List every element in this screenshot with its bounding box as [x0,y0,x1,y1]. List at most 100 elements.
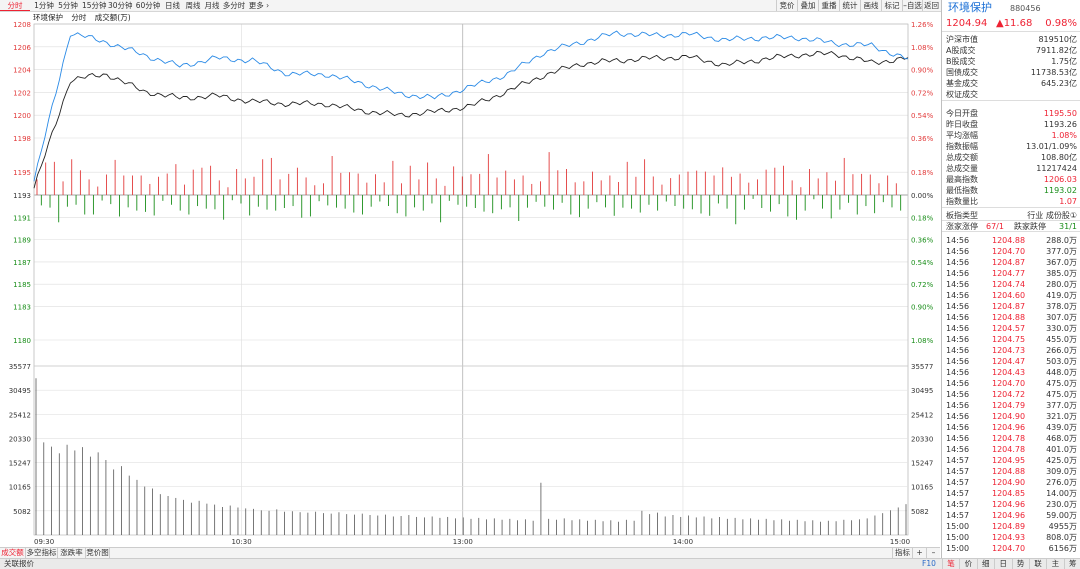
time-tick-label: 15:00 [890,538,910,546]
tick-row: 14:56 1204.75 455.0万 [942,334,1080,345]
period-tab-6[interactable]: 日线 [163,0,182,11]
tick-price: 1204.96 [992,500,1026,509]
f10-button[interactable]: F10 [922,559,936,569]
tick-price: 1204.70 [992,247,1026,256]
tool-button-6[interactable]: –自选 [902,0,922,11]
tool-button-4[interactable]: 画线 [860,0,881,11]
period-tab-1[interactable]: 1分钟 [33,0,55,11]
panel-tab-0[interactable]: 笔 [942,559,959,569]
tick-price: 1204.57 [992,324,1026,333]
price-tick-label: 1183 [13,304,31,312]
tool-button-3[interactable]: 统计 [839,0,860,11]
tool-button-5[interactable]: 标记 [881,0,902,11]
sector-value[interactable]: 行业 成份股① [1027,210,1077,221]
tick-time: 14:57 [946,500,970,509]
volume-tick-label-right: 25412 [911,411,933,419]
stat-label: 总成交额 [946,153,978,162]
price-tick-label: 1195 [13,169,31,177]
volume-tick-label-right: 20330 [911,435,933,443]
time-tick-label: 13:00 [453,538,473,546]
market-row: B股成交 1.75亿 [942,56,1080,67]
period-tab-2[interactable]: 5分钟 [57,0,79,11]
market-label: B股成交 [946,57,976,66]
tick-price: 1204.90 [992,478,1026,487]
indicator-control-2[interactable]: – [926,548,940,558]
tick-volume: 307.0万 [1046,313,1077,322]
tick-price: 1204.95 [992,456,1026,465]
stat-row: 总成交额 108.80亿 [942,152,1080,163]
tick-time: 14:56 [946,346,970,355]
panel-tab-3[interactable]: 日 [994,559,1011,569]
tool-button-2[interactable]: 重播 [818,0,839,11]
tick-price: 1204.70 [992,544,1026,553]
panel-tab-1[interactable]: 价 [959,559,976,569]
tick-time: 14:57 [946,456,970,465]
period-tab-9[interactable]: 多分时 [222,0,246,11]
volume-tick-label-right: 15247 [911,460,933,468]
pct-tick-label: 0.72% [911,89,934,97]
bottom-indicator-tabs: 成交额 多空指标 涨跌率 竞价图 指标 + – [0,547,940,558]
pct-tick-label: 0.18% [911,214,934,222]
tick-volume: 6156万 [1048,544,1077,553]
tick-volume: 276.0万 [1046,478,1077,487]
stat-label: 最高指数 [946,175,978,184]
tick-time: 14:57 [946,478,970,487]
period-tab-3[interactable]: 15分钟 [82,0,107,11]
tick-row: 14:56 1204.88 288.0万 [942,235,1080,246]
intraday-chart[interactable]: 1208 1.26% 1206 1.08% 1204 0.90% 1202 0.72% 1200… [0,12,940,547]
tick-row: 14:57 1204.96 59.00万 [942,510,1080,521]
tick-time: 14:56 [946,324,970,333]
tick-price: 1204.77 [992,269,1026,278]
indicator-control-1[interactable]: + [912,548,926,558]
indicator-tab-1[interactable]: 多空指标 [26,548,58,558]
period-tab-7[interactable]: 周线 [184,0,202,11]
panel-tab-2[interactable]: 细 [976,559,994,569]
price-tick-label: 1204 [13,67,31,75]
tick-volume: 309.0万 [1046,467,1077,476]
pct-tick-label: 1.08% [911,44,934,52]
indicator-tab-0[interactable]: 成交额 [0,548,26,558]
tick-time: 14:57 [946,511,970,520]
market-row: 沪深市值 819510亿 [942,34,1080,45]
volume-tick-label-left: 30495 [9,387,31,395]
market-row: 权证成交 [942,89,1080,100]
panel-tab-7[interactable]: 筹 [1063,559,1080,569]
tick-price: 1204.96 [992,511,1026,520]
indicator-tab-2[interactable]: 涨跌率 [58,548,86,558]
period-tab-5[interactable]: 60分钟 [135,0,161,11]
tick-volume: 266.0万 [1046,346,1077,355]
tool-button-7[interactable]: 返回 [922,0,940,11]
period-tab-10[interactable]: 更多 › [248,0,270,11]
market-value: 645.23亿 [1041,79,1077,88]
tick-volume: 59.00万 [1046,511,1077,520]
tick-row: 15:00 1204.93 808.0万 [942,532,1080,543]
tick-price: 1204.87 [992,302,1026,311]
tool-button-0[interactable]: 竞价 [776,0,797,11]
period-tab-8[interactable]: 月线 [203,0,221,11]
panel-tab-5[interactable]: 联 [1029,559,1046,569]
tick-time: 14:56 [946,401,970,410]
tick-time: 15:00 [946,522,970,531]
tick-volume: 14.00万 [1046,489,1077,498]
volume-tick-label-right: 5082 [911,508,929,516]
indicator-tab-3[interactable]: 竞价图 [86,548,110,558]
tick-volume: 425.0万 [1046,456,1077,465]
tick-price: 1204.70 [992,379,1026,388]
panel-tab-6[interactable]: 主 [1046,559,1063,569]
stat-row: 最高指数 1206.03 [942,174,1080,185]
period-tab-0[interactable]: 分时 [0,0,30,11]
chart-area[interactable]: 1208 1.26% 1206 1.08% 1204 0.90% 1202 0.72% 1200… [0,12,940,547]
tick-volume: 230.0万 [1046,500,1077,509]
market-row: 基金成交 645.23亿 [942,78,1080,89]
volume-tick-label-right: 35577 [911,363,933,371]
stat-value: 1193.26 [1043,120,1077,129]
linked-quote-label[interactable]: 关联报价 [4,559,34,569]
tick-volume: 378.0万 [1046,302,1077,311]
price-change-pct: 0.98% [1045,18,1077,29]
tool-button-1[interactable]: 叠加 [797,0,818,11]
market-label: 国债成交 [946,68,978,77]
period-tab-4[interactable]: 30分钟 [108,0,133,11]
indicator-control-0[interactable]: 指标 [892,548,912,558]
panel-tab-4[interactable]: 势 [1011,559,1029,569]
tick-price: 1204.78 [992,434,1026,443]
